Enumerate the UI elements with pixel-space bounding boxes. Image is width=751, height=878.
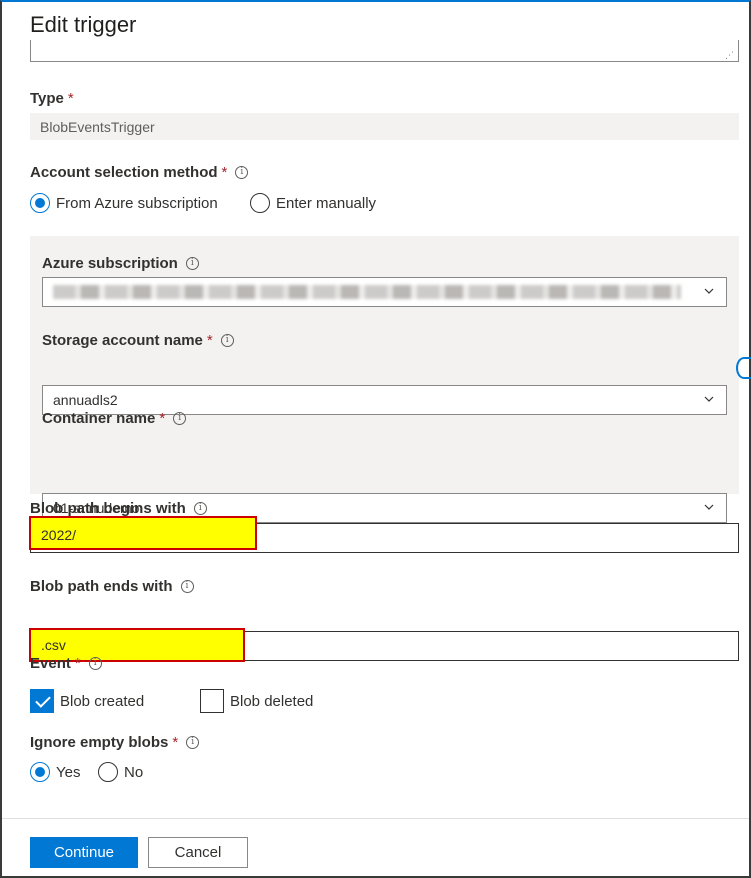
checkbox-label: Blob created [60,692,145,710]
storage-account-value: annuadls2 [53,392,118,408]
required-marker: * [159,410,166,427]
type-label-text: Type [30,90,64,107]
radio-yes[interactable]: Yes [30,762,80,782]
required-marker: * [172,734,179,751]
type-field: BlobEventsTrigger [30,113,739,140]
chevron-down-icon[interactable] [704,286,714,296]
blob-ends-label: Blob path ends with i [30,578,194,595]
azure-subscription-label-text: Azure subscription [42,255,178,272]
checkbox-blob-deleted[interactable]: Blob deleted [200,689,313,713]
info-icon[interactable]: i [88,657,102,670]
required-marker: * [74,655,81,672]
required-marker: * [67,90,74,107]
description-textarea[interactable]: ⋰ [30,40,739,62]
page-title: Edit trigger [30,12,137,37]
account-selection-label: Account selection method * i [30,164,249,181]
radio-selected-icon[interactable] [30,762,50,782]
radio-unselected-icon[interactable] [250,193,270,213]
required-marker: * [221,164,228,181]
info-icon[interactable]: i [193,502,207,515]
ignore-empty-label: Ignore empty blobs * i [30,734,200,751]
blob-ends-label-text: Blob path ends with [30,578,173,595]
radio-label: No [124,763,144,781]
type-label: Type * [30,90,74,107]
radio-label: Enter manually [276,194,377,212]
radio-unselected-icon[interactable] [98,762,118,782]
event-label: Event * i [30,655,102,672]
continue-button[interactable]: Continue [30,837,138,868]
radio-label: Yes [56,763,81,781]
cancel-button[interactable]: Cancel [148,837,248,868]
blurred-subscription-value [53,285,681,299]
radio-selected-icon[interactable] [30,193,50,213]
info-icon[interactable]: i [173,412,187,425]
refresh-icon[interactable] [736,357,751,379]
event-label-text: Event [30,655,71,672]
info-icon[interactable]: i [220,334,234,347]
blob-begins-input[interactable]: 2022/ [29,516,739,553]
azure-subscription-label: Azure subscription i [42,255,199,272]
checkbox-unchecked-icon[interactable] [200,689,224,713]
container-label: Container name * i [42,410,187,427]
blob-ends-input[interactable]: .csv [29,628,739,662]
radio-enter-manually[interactable]: Enter manually [250,193,376,213]
radio-from-azure-subscription[interactable]: From Azure subscription [30,193,218,213]
footer-divider [2,818,749,819]
checkbox-checked-icon[interactable] [30,689,54,713]
blob-begins-label: Blob path begins with i [30,500,207,517]
required-marker: * [206,332,213,349]
checkbox-blob-created[interactable]: Blob created [30,689,144,713]
checkbox-label: Blob deleted [230,692,314,710]
account-details-panel: Azure subscription i Storage account name… [30,236,739,523]
chevron-down-icon[interactable] [704,394,714,404]
blob-begins-label-text: Blob path begins with [30,500,186,517]
info-icon[interactable]: i [185,257,199,270]
storage-account-label-text: Storage account name [42,332,203,349]
azure-subscription-select[interactable] [42,277,727,307]
info-icon[interactable]: i [180,580,194,593]
account-selection-label-text: Account selection method [30,164,218,181]
container-label-text: Container name [42,410,156,427]
blob-begins-value: 2022/ [29,516,257,550]
info-icon[interactable]: i [235,166,249,179]
resize-grip-icon[interactable]: ⋰ [725,51,734,60]
radio-no[interactable]: No [98,762,143,782]
info-icon[interactable]: i [186,736,200,749]
radio-label: From Azure subscription [56,194,218,212]
chevron-down-icon[interactable] [704,502,714,512]
ignore-empty-label-text: Ignore empty blobs [30,734,169,751]
storage-account-label: Storage account name * i [42,332,234,349]
